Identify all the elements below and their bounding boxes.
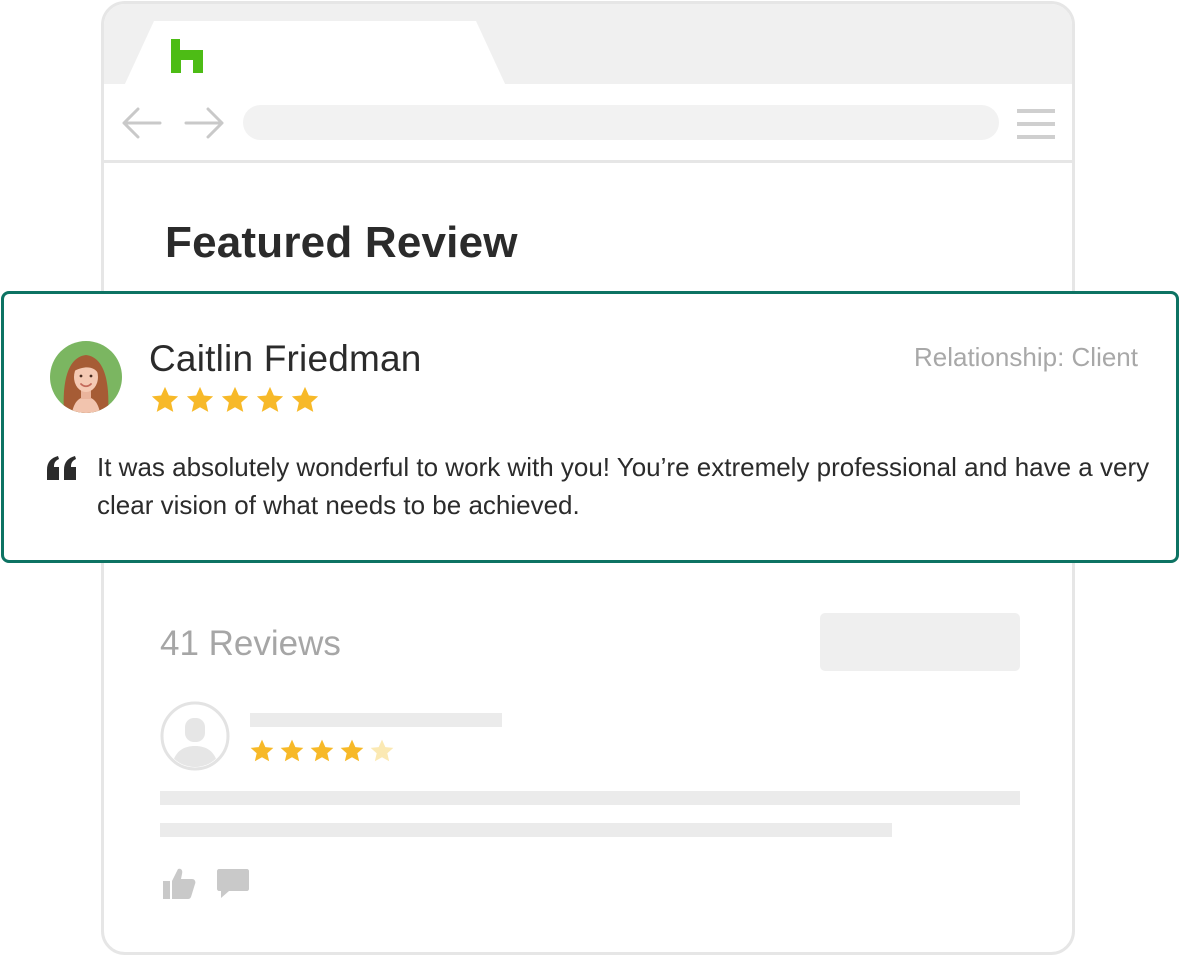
review-text-placeholder (160, 791, 1020, 805)
browser-toolbar (104, 84, 1072, 163)
user-avatar-icon (160, 701, 230, 771)
reviewer-avatar (50, 341, 122, 413)
hamburger-menu-icon[interactable] (1017, 107, 1055, 141)
star-rating (150, 385, 320, 415)
reviewer-name[interactable]: Caitlin Friedman (149, 337, 422, 381)
page-title: Featured Review (165, 218, 518, 267)
star-filled-icon (151, 386, 179, 412)
star-filled-icon (221, 386, 249, 412)
star-filled-icon (256, 386, 284, 412)
comment-icon[interactable] (217, 869, 249, 899)
thumbs-up-icon[interactable] (162, 866, 196, 900)
address-bar[interactable] (243, 105, 999, 140)
star-filled-icon (291, 386, 319, 412)
sort-filter-placeholder[interactable] (820, 613, 1020, 671)
tab-strip (104, 4, 1072, 86)
star-rating (249, 738, 395, 766)
page: Featured Review 41 Reviews Caitlin Fried… (0, 0, 1182, 960)
reviewer-name-placeholder (250, 713, 502, 727)
star-filled-icon (310, 739, 334, 762)
featured-review-card: Caitlin Friedman Relationship: Client It… (1, 291, 1179, 563)
star-empty-icon (370, 739, 394, 762)
star-filled-icon (340, 739, 364, 762)
star-filled-icon (250, 739, 274, 762)
relationship-label: Relationship: Client (913, 342, 1138, 372)
arrow-left-icon[interactable] (120, 106, 162, 140)
houzz-logo-icon (171, 39, 203, 73)
reviews-count: 41 Reviews (160, 624, 341, 663)
review-text: It was absolutely wonderful to work with… (97, 452, 1150, 520)
quote-icon (47, 456, 76, 480)
star-filled-icon (186, 386, 214, 412)
star-filled-icon (280, 739, 304, 762)
review-text-placeholder (160, 823, 892, 837)
arrow-right-icon[interactable] (184, 106, 226, 140)
